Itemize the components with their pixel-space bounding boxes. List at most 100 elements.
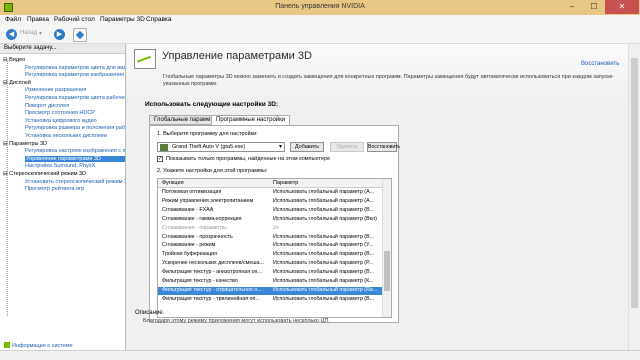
menu-desktop[interactable]: Рабочий стол <box>54 16 95 23</box>
minimize-button[interactable]: – <box>561 0 583 14</box>
description-text: Благодаря этому режиму приложения могут … <box>143 318 331 324</box>
settings-row-function: Тройная буферизация <box>162 251 217 258</box>
add-button[interactable]: Добавить <box>290 142 324 152</box>
chevron-down-icon: ▾ <box>278 144 282 150</box>
menu-3d-settings[interactable]: Параметры 3D <box>100 16 145 23</box>
description-section: Описание. Благодаря этому режиму приложе… <box>135 310 330 324</box>
tree-item[interactable]: Регулировка настроек изображения с просм… <box>25 148 125 154</box>
settings-row-function: Сглаживание - режим <box>162 242 216 249</box>
settings-row[interactable]: Сглаживание - параметры 2x <box>158 225 383 233</box>
status-bar <box>0 350 640 360</box>
settings-row-function: Ускорение нескольких дисплеев/смеша... <box>162 260 264 267</box>
settings-row-function: Фильтрация текстур - качество <box>162 278 238 284</box>
settings-row[interactable]: Сглаживание - режим Использовать глобальн… <box>158 242 383 250</box>
tree-item[interactable]: Поворот дисплея <box>25 103 125 109</box>
settings-row-parameter[interactable]: Использовать глобальный параметр (Р... <box>273 260 373 266</box>
settings-row[interactable]: Фильтрация текстур - трилинейная оп... Ис… <box>158 296 383 304</box>
program-select[interactable]: Grand Theft Auto V (gta5.exe) ▾ <box>157 142 285 152</box>
tree-item[interactable]: Настройка Surround, PhysX <box>25 163 125 169</box>
tree-item[interactable]: Регулировка размера и положения рабочего… <box>25 125 125 131</box>
tree-item[interactable]: Установка цифрового аудио <box>25 118 125 124</box>
grid-scrollbar[interactable] <box>382 179 391 317</box>
settings-grid: Функция Параметр Потоковая оптимизация Ис… <box>157 178 392 318</box>
tree-item[interactable]: Установить стереоскопический режим 3D <box>25 179 125 185</box>
step2-label: 2. Укажите настройки для этой программы: <box>157 168 268 174</box>
settings-row-parameter[interactable]: Использовать глобальный параметр (В... <box>273 269 374 275</box>
settings-row[interactable]: Режим управления электропитанием Использо… <box>158 198 383 206</box>
tree-item[interactable]: Изменение разрешения <box>25 87 125 93</box>
settings-row-parameter[interactable]: Использовать глобальный параметр (А... <box>273 189 374 195</box>
remove-button[interactable]: Удалить <box>330 142 364 152</box>
settings-row-function: Режим управления электропитанием <box>162 197 254 204</box>
section-label: Использовать следующие настройки 3D: <box>145 101 279 108</box>
settings-row-parameter[interactable]: 2x <box>273 225 279 231</box>
restore-button[interactable]: Восстановить <box>367 142 400 152</box>
tree-item[interactable]: Регулировка параметров цвета рабочего ст… <box>25 95 125 101</box>
grid-header: Функция Параметр <box>158 179 383 188</box>
settings-row[interactable]: Фильтрация текстур - качество Использоват… <box>158 278 383 286</box>
settings-row-parameter[interactable]: Использовать глобальный параметр (У... <box>273 242 373 248</box>
settings-row-parameter[interactable]: Использовать глобальный параметр (В... <box>273 234 374 240</box>
menu-bar: Файл Правка Рабочий стол Параметры 3D Сп… <box>0 15 640 26</box>
settings-row[interactable]: Сглаживание - прозрачность Использовать г… <box>158 234 383 242</box>
settings-row-function: Фильтрация текстур - трилинейная оп... <box>162 295 260 302</box>
settings-row-parameter[interactable]: Использовать глобальный параметр (В... <box>273 207 374 213</box>
menu-edit[interactable]: Правка <box>27 16 49 23</box>
settings-row[interactable]: Сглаживание - FXAA Использовать глобальны… <box>158 207 383 215</box>
settings-panel: Использовать следующие настройки 3D: Гло… <box>127 99 640 325</box>
column-parameter[interactable]: Параметр <box>273 180 298 186</box>
settings-row[interactable]: Тройная буферизация Использовать глобальн… <box>158 251 383 259</box>
back-label[interactable]: Назад <box>20 30 37 36</box>
settings-row[interactable]: Ускорение нескольких дисплеев/смеша... Ис… <box>158 260 383 268</box>
tree-category[interactable]: ⊟ Стереоскопический режим 3D <box>3 171 86 177</box>
system-info-label[interactable]: Информация о системе <box>12 343 73 349</box>
close-button[interactable]: ✕ <box>605 0 639 14</box>
tree-item[interactable]: Установка нескольких дисплеев <box>25 133 125 139</box>
window-title: Панель управления NVIDIA <box>275 3 365 10</box>
settings-row[interactable]: Фильтрация текстур - анизотропная оп... И… <box>158 269 383 277</box>
tree-item[interactable]: Регулировка параметров цвета для видео <box>25 65 125 71</box>
settings-row-parameter[interactable]: Использовать глобальный параметр (В... <box>273 296 374 302</box>
settings-row-parameter[interactable]: Использовать глобальный параметр (Ra... <box>273 287 377 293</box>
page-description: Глобальные параметры 3D можно заменить и… <box>163 74 613 87</box>
settings-row-parameter[interactable]: Использовать глобальный параметр (В... <box>273 251 374 257</box>
settings-row[interactable]: Потоковая оптимизация Использовать глобал… <box>158 189 383 197</box>
settings-row-function: Сглаживание - FXAA <box>162 206 214 213</box>
tree-item[interactable]: Регулировка параметров изображения для в… <box>25 72 125 78</box>
settings-row-function: Сглаживание - параметры <box>162 224 227 231</box>
back-dropdown-icon[interactable]: ▾ <box>39 30 42 37</box>
settings-row-parameter[interactable]: Использовать глобальный параметр (Вкл) <box>273 216 377 222</box>
toolbar: ◀ Назад ▾ ▶ <box>0 26 640 44</box>
info-icon <box>4 342 10 348</box>
column-function[interactable]: Функция <box>162 180 184 186</box>
main-pane: Управление параметрами 3D Восстановить Г… <box>127 44 640 350</box>
forward-arrow-icon[interactable]: ▶ <box>54 29 65 40</box>
tree-item[interactable]: Управление параметрами 3D <box>25 155 125 162</box>
tree-item[interactable]: Просмотр состояния HDCP <box>25 110 125 116</box>
back-arrow-icon[interactable]: ◀ <box>6 29 17 40</box>
main-scrollbar-thumb[interactable] <box>631 58 638 308</box>
settings-row[interactable]: Сглаживание - гамма-коррекция Использоват… <box>158 216 383 224</box>
system-info-link[interactable]: Информация о системе <box>4 342 73 349</box>
settings-row-parameter[interactable]: Использовать глобальный параметр (К... <box>273 278 374 284</box>
settings-row[interactable]: Фильтрация текстур - отрицательное о... И… <box>158 286 383 295</box>
tree-item[interactable]: Просмотр рейтинга игр <box>25 186 125 192</box>
settings-row-function: Сглаживание - прозрачность <box>162 233 233 240</box>
tree-category[interactable]: ⊟ Параметры 3D <box>3 141 47 147</box>
settings-row-function: Фильтрация текстур - отрицательное о... <box>162 286 262 293</box>
main-scrollbar[interactable] <box>628 44 640 350</box>
grid-scrollbar-thumb[interactable] <box>384 251 390 291</box>
home-icon[interactable] <box>73 28 87 42</box>
show-only-label[interactable]: Показывать только программы, найденные н… <box>166 156 330 162</box>
restore-defaults-link[interactable]: Восстановить <box>581 61 619 67</box>
tree-category[interactable]: ⊟ Видео <box>3 57 25 63</box>
tree-category[interactable]: ⊟ Дисплей <box>3 80 31 86</box>
3d-settings-icon <box>134 49 156 69</box>
menu-file[interactable]: Файл <box>5 16 21 23</box>
settings-row-function: Фильтрация текстур - анизотропная оп... <box>162 269 262 276</box>
show-only-checkbox[interactable]: ✓ <box>157 156 163 162</box>
maximize-button[interactable]: ☐ <box>583 0 605 14</box>
settings-row-parameter[interactable]: Использовать глобальный параметр (А... <box>273 198 374 204</box>
menu-help[interactable]: Справка <box>146 16 172 23</box>
tree-line <box>7 61 8 316</box>
